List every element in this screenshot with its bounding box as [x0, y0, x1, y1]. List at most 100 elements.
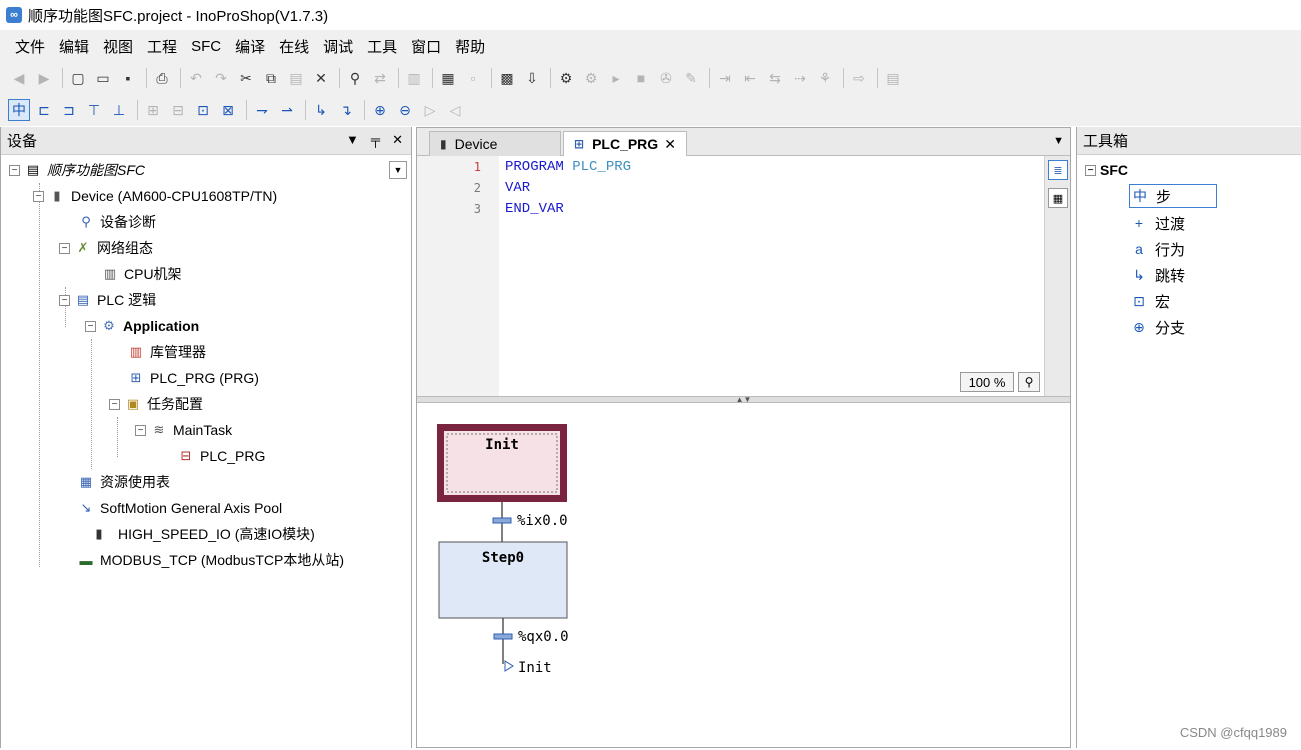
textual-view-icon[interactable]: ≣: [1048, 160, 1068, 180]
zoom-magnifier-icon[interactable]: ⚲: [1018, 372, 1040, 392]
menu-tools[interactable]: 工具: [360, 32, 404, 61]
close-tab-icon[interactable]: ✕: [664, 136, 676, 153]
menu-sfc[interactable]: SFC: [184, 34, 228, 59]
menu-debug[interactable]: 调试: [316, 32, 360, 61]
transition-2-label[interactable]: %qx0.0: [518, 629, 569, 645]
build-icon[interactable]: ▩: [496, 67, 518, 89]
menu-view[interactable]: 视图: [96, 32, 140, 61]
menu-build[interactable]: 编译: [228, 32, 272, 61]
next-statement-icon[interactable]: ⇨: [848, 67, 870, 89]
run-to-cursor-icon[interactable]: ⇢: [789, 67, 811, 89]
toolbox-item-branch[interactable]: ⊕ 分支: [1129, 315, 1217, 339]
insert-branch-icon[interactable]: ⊤: [83, 99, 105, 121]
replace-icon[interactable]: ⇄: [369, 67, 391, 89]
step-into-icon[interactable]: ⇤: [739, 67, 761, 89]
undo-icon[interactable]: ↶: [185, 67, 207, 89]
cut-icon[interactable]: ✂: [235, 67, 257, 89]
insert-jump-after-icon[interactable]: ↴: [335, 99, 357, 121]
pin-icon[interactable]: ╤: [371, 132, 380, 148]
open-folder-icon[interactable]: ▭: [92, 67, 114, 89]
close-icon[interactable]: ✕: [392, 132, 403, 148]
toolbox-item-jump[interactable]: ↳ 跳转: [1129, 263, 1217, 287]
insert-branch-right-icon[interactable]: ⊥: [108, 99, 130, 121]
insert-step-after-icon[interactable]: ⊐: [58, 99, 80, 121]
menu-online[interactable]: 在线: [272, 32, 316, 61]
declaration-editor[interactable]: 1 2 3 PROGRAM PLC_PRG VAR END_VAR ≣ ▦ 10…: [417, 156, 1070, 396]
tree-root[interactable]: − ▤ 顺序功能图SFC ▼: [9, 159, 409, 181]
tabular-view-icon[interactable]: ▦: [1048, 188, 1068, 208]
tree-task-config[interactable]: − ▣ 任务配置: [109, 393, 203, 415]
zoom-level[interactable]: 100 %: [960, 372, 1014, 392]
tab-list-dropdown-icon[interactable]: ▼: [1053, 135, 1064, 147]
toolbox-item-macro[interactable]: ⊡ 宏: [1129, 289, 1217, 313]
toolbox-item-transition[interactable]: + 过渡: [1129, 211, 1217, 235]
new-project-icon[interactable]: ▢: [67, 67, 89, 89]
tree-modbus[interactable]: ▬ MODBUS_TCP (ModbusTCP本地从站): [77, 549, 344, 571]
write-values-icon[interactable]: ✎: [680, 67, 702, 89]
tree-library[interactable]: ▥ 库管理器: [127, 341, 206, 363]
forward-icon[interactable]: ▶: [33, 67, 55, 89]
collapse-icon[interactable]: −: [1085, 165, 1096, 176]
insert-step-before-icon[interactable]: ⊏: [33, 99, 55, 121]
menu-project[interactable]: 工程: [140, 32, 184, 61]
save-icon[interactable]: ▪: [117, 67, 139, 89]
find-icon[interactable]: ⚲: [344, 67, 366, 89]
jump-arrow-icon[interactable]: [505, 661, 513, 671]
tree-task-plc-prg[interactable]: ⊟ PLC_PRG: [177, 445, 265, 467]
download-icon[interactable]: ⇩: [521, 67, 543, 89]
toolbox-item-step[interactable]: 中 步: [1129, 184, 1217, 208]
copy-icon[interactable]: ⧉: [260, 67, 282, 89]
sfc-chart[interactable]: Init %ix0.0 Step0 %qx0.0 Init: [417, 404, 1070, 747]
login-icon[interactable]: ⚙: [555, 67, 577, 89]
jump-target-label[interactable]: Init: [518, 660, 552, 676]
tree-dropdown-icon[interactable]: ▼: [389, 161, 407, 179]
reset-icon[interactable]: ✇: [655, 67, 677, 89]
redo-icon[interactable]: ↷: [210, 67, 232, 89]
stop-icon[interactable]: ■: [630, 67, 652, 89]
insert-action-icon[interactable]: ⇁: [251, 99, 273, 121]
back-icon[interactable]: ◀: [8, 67, 30, 89]
tree-cpu-rack[interactable]: ▥ CPU机架: [101, 263, 182, 285]
tab-plc-prg[interactable]: ⊞ PLC_PRG ✕: [563, 131, 687, 156]
insert-macro-icon[interactable]: ⊡: [192, 99, 214, 121]
print-icon[interactable]: ⎙: [151, 67, 173, 89]
insert-alternative-icon[interactable]: ⊞: [142, 99, 164, 121]
tree-plc-logic[interactable]: − ▤ PLC 逻辑: [59, 289, 156, 311]
toolbox-item-action[interactable]: a 行为: [1129, 237, 1217, 261]
insert-step-icon[interactable]: 中: [8, 99, 30, 121]
browse-icon[interactable]: ▥: [403, 67, 425, 89]
tree-high-speed-io[interactable]: ▮ HIGH_SPEED_IO (高速IO模块): [85, 523, 315, 545]
step-out-icon[interactable]: ⇆: [764, 67, 786, 89]
collapse-icon[interactable]: −: [9, 165, 20, 176]
menu-edit[interactable]: 编辑: [52, 32, 96, 61]
transition-1-bar[interactable]: [493, 518, 511, 523]
tree-main-task[interactable]: − ≋ MainTask: [135, 419, 232, 441]
tree-diag[interactable]: ⚲ 设备诊断: [77, 211, 156, 233]
tab-device[interactable]: ▮ Device: [429, 131, 561, 156]
run-icon[interactable]: ▸: [605, 67, 627, 89]
collapse-icon[interactable]: −: [33, 191, 44, 202]
menu-file[interactable]: 文件: [8, 32, 52, 61]
triangle-right-icon[interactable]: ▷: [419, 99, 441, 121]
editor-splitter[interactable]: ▲▼: [417, 396, 1070, 403]
menu-help[interactable]: 帮助: [448, 32, 492, 61]
collapse-icon[interactable]: −: [59, 295, 70, 306]
insert-macro-after-icon[interactable]: ⊠: [217, 99, 239, 121]
zoom-out-macro-icon[interactable]: ⊖: [394, 99, 416, 121]
triangle-left-icon[interactable]: ◁: [444, 99, 466, 121]
logout-icon[interactable]: ⚙: [580, 67, 602, 89]
breakpoint-icon[interactable]: ⚘: [814, 67, 836, 89]
toolbox-category-sfc[interactable]: − SFC: [1085, 159, 1128, 181]
menu-window[interactable]: 窗口: [404, 32, 448, 61]
insert-action-after-icon[interactable]: ⇀: [276, 99, 298, 121]
properties-icon[interactable]: ▫: [462, 67, 484, 89]
step-over-icon[interactable]: ⇥: [714, 67, 736, 89]
transition-2-bar[interactable]: [494, 634, 512, 639]
tree-application[interactable]: − ⚙ Application: [85, 315, 199, 337]
delete-icon[interactable]: ✕: [310, 67, 332, 89]
collapse-icon[interactable]: −: [135, 425, 146, 436]
paste-icon[interactable]: ▤: [285, 67, 307, 89]
collapse-icon[interactable]: −: [59, 243, 70, 254]
collapse-icon[interactable]: −: [85, 321, 96, 332]
tree-network[interactable]: − ✗ 网络组态: [59, 237, 153, 259]
